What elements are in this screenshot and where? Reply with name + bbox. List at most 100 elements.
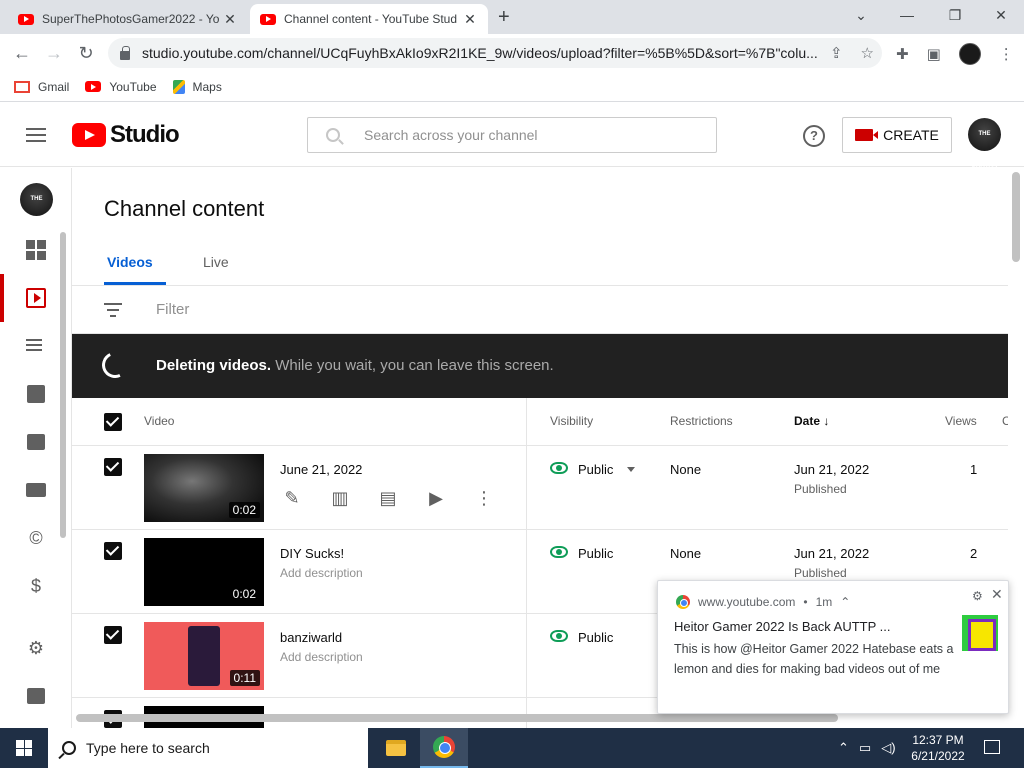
video-duration: 0:02 xyxy=(228,502,260,518)
visibility-value[interactable]: Public xyxy=(578,546,613,561)
more-options-icon[interactable]: ⋮ xyxy=(472,486,496,510)
profile-avatar[interactable] xyxy=(958,43,981,65)
tab-live[interactable]: Live xyxy=(203,254,229,270)
bookmark-star-icon[interactable]: ☆ xyxy=(860,44,874,62)
analytics-icon[interactable]: ▥ xyxy=(328,486,352,510)
select-all-checkbox[interactable] xyxy=(104,413,122,431)
video-title[interactable]: DIY Sucks! xyxy=(280,546,344,561)
file-explorer-button[interactable] xyxy=(372,728,420,768)
reload-icon[interactable]: ↻ xyxy=(74,41,98,65)
playlists-icon xyxy=(26,336,46,356)
table-row[interactable]: 0:02 June 21, 2022 ✎ ▥ ▤ ▶ ⋮ Public None… xyxy=(72,446,1008,530)
chrome-icon xyxy=(676,595,690,609)
video-title[interactable]: June 21, 2022 xyxy=(280,462,362,477)
header-date[interactable]: Date ↓ xyxy=(794,414,829,428)
browser-notification[interactable]: www.youtube.com • 1m ⌃ ⚙ ✕ Heitor Gamer … xyxy=(657,580,1009,714)
channel-search-input[interactable]: Search across your channel xyxy=(307,117,717,153)
create-label: CREATE xyxy=(883,127,939,143)
tab-videos[interactable]: Videos xyxy=(107,254,153,270)
notification-title: Heitor Gamer 2022 Is Back AUTTP ... xyxy=(674,619,891,634)
video-thumbnail[interactable]: 0:02 xyxy=(144,454,264,522)
date-status: Published xyxy=(794,566,847,580)
share-icon[interactable]: ⇪ xyxy=(829,44,843,62)
table-header: Video Visibility Restrictions Date ↓ Vie… xyxy=(72,398,1008,446)
side-panel-icon[interactable]: ▣ xyxy=(927,45,941,63)
forward-arrow-icon[interactable]: → xyxy=(42,41,66,65)
extensions-puzzle-icon[interactable]: ✚ xyxy=(896,45,909,63)
chrome-icon xyxy=(433,736,455,758)
network-icon[interactable]: ▭ xyxy=(859,740,871,756)
more-menu-icon[interactable]: ⋮ xyxy=(999,45,1014,63)
clock-date: 6/21/2022 xyxy=(911,749,965,763)
visibility-value[interactable]: Public xyxy=(578,462,613,477)
close-tab-icon[interactable]: ✕ xyxy=(462,11,478,28)
nav-earn[interactable]: $ xyxy=(0,562,72,610)
video-title[interactable]: banziwarld xyxy=(280,630,342,645)
bookmark-maps[interactable]: Maps xyxy=(172,79,222,94)
tab-title: Channel content - YouTube Stud xyxy=(284,12,458,26)
phone-screenshot-image xyxy=(188,626,220,686)
youtube-play-icon[interactable]: ▶ xyxy=(424,486,448,510)
url-bar[interactable]: studio.youtube.com/channel/UCqFuyhBxAkIo… xyxy=(108,38,882,68)
chevron-up-icon[interactable]: ⌃ xyxy=(840,595,850,609)
help-icon[interactable]: ? xyxy=(803,125,825,147)
volume-icon[interactable]: ◁) xyxy=(881,740,895,756)
date-status: Published xyxy=(794,482,847,496)
visibility-value[interactable]: Public xyxy=(578,630,613,645)
video-thumbnail[interactable]: 0:11 xyxy=(144,622,264,690)
back-arrow-icon[interactable]: ← xyxy=(10,41,34,65)
nav-scrollbar[interactable] xyxy=(60,232,66,538)
vertical-scrollbar[interactable] xyxy=(1012,172,1020,262)
windows-start-icon[interactable] xyxy=(16,740,32,756)
gear-icon[interactable]: ⚙ xyxy=(972,589,983,603)
active-tab-indicator xyxy=(104,282,166,285)
close-window-button[interactable]: ✕ xyxy=(978,4,1024,26)
browser-tab-studio[interactable]: Channel content - YouTube Stud ✕ xyxy=(250,4,488,34)
banner-text: Deleting videos. While you wait, you can… xyxy=(156,357,554,374)
youtube-play-icon xyxy=(72,123,106,147)
feedback-icon xyxy=(27,688,45,704)
video-thumbnail[interactable]: 0:02 xyxy=(144,538,264,606)
filter-row[interactable]: Filter xyxy=(72,286,1008,334)
copyright-icon: © xyxy=(29,528,43,548)
minimize-button[interactable]: — xyxy=(884,4,930,26)
edit-pencil-icon[interactable]: ✎ xyxy=(280,486,304,510)
bookmark-gmail[interactable]: Gmail xyxy=(14,80,69,94)
taskbar-search-input[interactable]: Type here to search xyxy=(48,728,368,768)
dollar-icon: $ xyxy=(30,576,41,596)
studio-logo[interactable]: Studio xyxy=(72,121,180,149)
youtube-icon xyxy=(85,81,102,92)
horizontal-scrollbar[interactable] xyxy=(76,714,838,722)
views-value: 1 xyxy=(970,462,978,477)
header-restrictions: Restrictions xyxy=(670,414,733,428)
close-icon[interactable]: ✕ xyxy=(991,586,1003,603)
taskbar-clock[interactable]: 12:37 PM 6/21/2022 xyxy=(900,732,976,764)
row-checkbox[interactable] xyxy=(104,626,122,644)
create-button[interactable]: CREATE xyxy=(842,117,952,153)
nav-settings[interactable]: ⚙ xyxy=(0,624,72,672)
chevron-down-icon[interactable] xyxy=(627,467,635,472)
close-tab-icon[interactable]: ✕ xyxy=(222,11,238,28)
row-checkbox[interactable] xyxy=(104,542,122,560)
filter-input[interactable]: Filter xyxy=(156,301,189,318)
dashboard-icon xyxy=(26,240,46,260)
browser-tab-channel[interactable]: SuperThePhotosGamer2022 - Yo ✕ xyxy=(8,4,248,34)
hamburger-menu-icon[interactable] xyxy=(26,128,46,146)
account-avatar[interactable]: THE PHOTOS xyxy=(968,118,1001,170)
new-tab-button[interactable]: + xyxy=(498,6,510,29)
restore-button[interactable]: ❐ xyxy=(932,4,978,26)
nav-feedback[interactable] xyxy=(0,672,72,720)
channel-avatar[interactable]: THE PHOTOS xyxy=(20,183,53,235)
chevron-up-icon[interactable]: ⌃ xyxy=(838,740,849,756)
action-center-icon[interactable] xyxy=(984,740,1000,754)
row-checkbox[interactable] xyxy=(104,458,122,476)
browser-tab-bar: SuperThePhotosGamer2022 - Yo ✕ Channel c… xyxy=(0,0,1024,34)
tab-search-icon[interactable]: ⌄ xyxy=(838,4,884,26)
comments-icon[interactable]: ▤ xyxy=(376,486,400,510)
chrome-taskbar-button[interactable] xyxy=(420,728,468,768)
bookmark-youtube[interactable]: YouTube xyxy=(85,80,157,94)
video-description[interactable]: Add description xyxy=(280,650,363,664)
video-duration: 0:11 xyxy=(229,670,260,686)
video-description[interactable]: Add description xyxy=(280,566,363,580)
filter-icon[interactable] xyxy=(104,303,122,321)
